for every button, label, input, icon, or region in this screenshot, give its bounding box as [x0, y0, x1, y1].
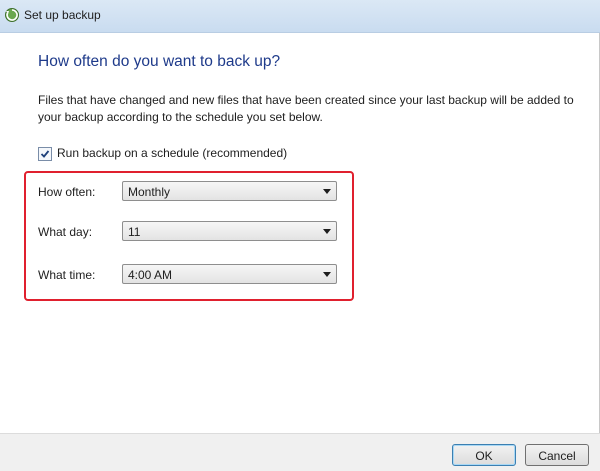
cancel-button[interactable]: Cancel	[525, 444, 589, 466]
what-time-value: 4:00 AM	[128, 268, 173, 282]
how-often-label: How often:	[38, 185, 96, 199]
what-day-value: 11	[128, 225, 141, 239]
how-often-value: Monthly	[128, 185, 171, 199]
run-on-schedule-checkbox[interactable]	[38, 147, 52, 161]
dialog-content: How often do you want to back up? Files …	[0, 33, 600, 433]
chevron-down-icon	[323, 189, 331, 194]
what-time-label: What time:	[38, 268, 96, 282]
window-title: Set up backup	[24, 8, 101, 22]
backup-app-icon	[4, 7, 20, 23]
page-description: Files that have changed and new files th…	[38, 93, 574, 124]
checkmark-icon	[40, 150, 50, 158]
chevron-down-icon	[323, 272, 331, 277]
title-bar: Set up backup	[0, 0, 600, 33]
what-day-select[interactable]: 11	[122, 221, 337, 241]
how-often-select[interactable]: Monthly	[122, 181, 337, 201]
what-day-label: What day:	[38, 225, 93, 239]
chevron-down-icon	[323, 229, 331, 234]
ok-button[interactable]: OK	[452, 444, 516, 466]
run-on-schedule-label[interactable]: Run backup on a schedule (recommended)	[57, 146, 287, 160]
what-time-select[interactable]: 4:00 AM	[122, 264, 337, 284]
page-heading: How often do you want to back up?	[38, 53, 281, 70]
button-bar: OK Cancel	[0, 433, 600, 471]
